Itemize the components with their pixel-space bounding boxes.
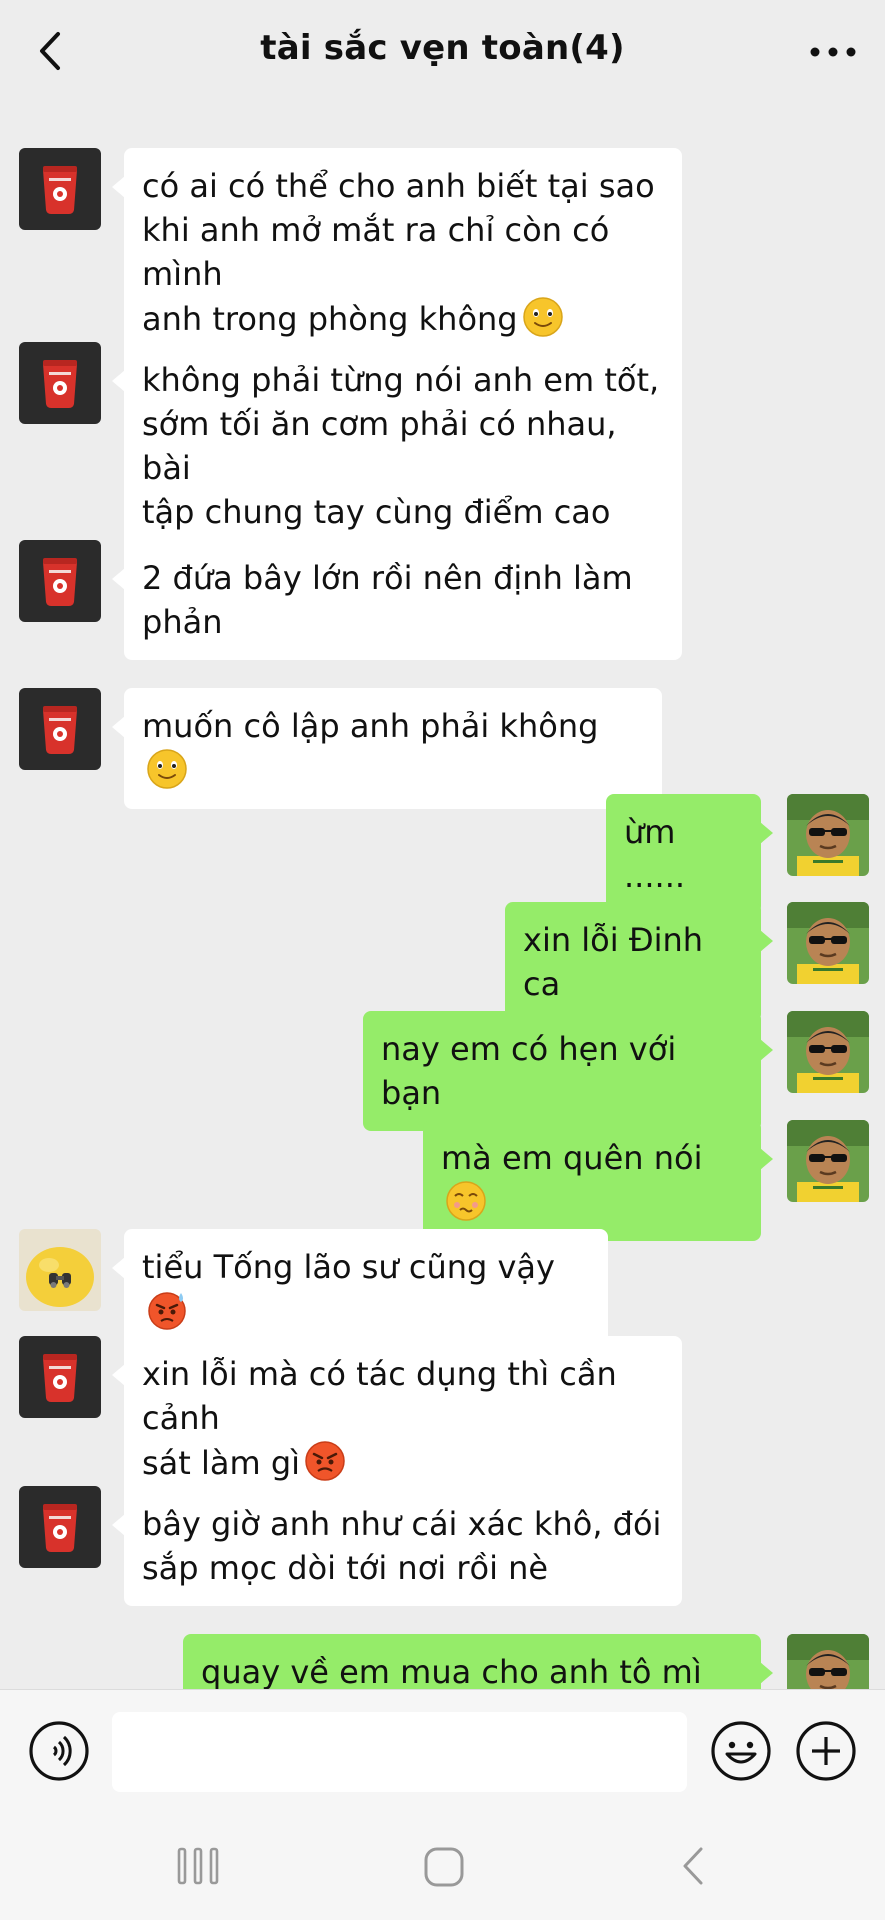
outgoing-message-bubble[interactable]: mà em quên nói bbox=[423, 1120, 773, 1241]
yellow-bird-binoculars-avatar-icon[interactable] bbox=[19, 1229, 101, 1311]
sunglasses-guy-avatar-icon[interactable] bbox=[787, 902, 869, 984]
red-cup-avatar-icon[interactable] bbox=[19, 688, 101, 770]
smile-emoji-icon bbox=[147, 749, 187, 789]
message-text: 2 đứa bây lớn rồi nên định làm phản bbox=[142, 559, 633, 641]
sunglasses-guy-avatar-icon[interactable] bbox=[787, 794, 869, 876]
incoming-message-bubble[interactable]: 2 đứa bây lớn rồi nên định làm phản bbox=[112, 540, 682, 660]
angry-emoji-icon bbox=[305, 1441, 345, 1481]
message-text: có ai có thể cho anh biết tại sao khi an… bbox=[142, 167, 655, 338]
home-icon[interactable] bbox=[420, 1843, 468, 1891]
chat-title: tài sắc vẹn toàn(4) bbox=[260, 28, 625, 68]
recent-apps-icon[interactable] bbox=[175, 1843, 221, 1889]
message-text: muốn cô lập anh phải không bbox=[142, 707, 599, 745]
message-text: xin lỗi mà có tác dụng thì cần cảnh sát … bbox=[142, 1355, 617, 1482]
voice-icon[interactable] bbox=[28, 1720, 90, 1782]
angry-sweat-emoji-icon bbox=[148, 1292, 186, 1330]
smile-emoji-icon bbox=[522, 297, 563, 337]
red-cup-avatar-icon[interactable] bbox=[19, 540, 101, 622]
incoming-message-bubble[interactable]: muốn cô lập anh phải không bbox=[112, 688, 662, 809]
incoming-message-bubble[interactable]: tiểu Tống lão sư cũng vậy bbox=[112, 1229, 608, 1350]
chat-header: tài sắc vẹn toàn(4) bbox=[0, 0, 885, 104]
message-text: nay em có hẹn với bạn bbox=[381, 1030, 687, 1112]
sunglasses-guy-avatar-icon[interactable] bbox=[787, 1011, 869, 1093]
outgoing-message-bubble[interactable]: ừm ...... bbox=[606, 794, 773, 914]
plus-icon[interactable] bbox=[795, 1720, 857, 1782]
red-cup-avatar-icon[interactable] bbox=[19, 1336, 101, 1418]
more-dots-icon[interactable] bbox=[807, 34, 859, 70]
red-cup-avatar-icon[interactable] bbox=[19, 148, 101, 230]
incoming-message-bubble[interactable]: có ai có thể cho anh biết tại sao khi an… bbox=[112, 148, 682, 357]
message-text: tiểu Tống lão sư cũng vậy bbox=[142, 1248, 555, 1286]
red-cup-avatar-icon[interactable] bbox=[19, 342, 101, 424]
outgoing-message-bubble[interactable]: nay em có hẹn với bạn bbox=[363, 1011, 773, 1131]
input-bar bbox=[0, 1689, 885, 1813]
sunglasses-guy-avatar-icon[interactable] bbox=[787, 1634, 869, 1689]
sunglasses-guy-avatar-icon[interactable] bbox=[787, 1120, 869, 1202]
outgoing-message-bubble[interactable]: quay về em mua cho anh tô mì bbox=[183, 1634, 773, 1689]
incoming-message-bubble[interactable]: bây giờ anh như cái xác khô, đói sắp mọc… bbox=[112, 1486, 682, 1606]
woozy-emoji-icon bbox=[446, 1181, 486, 1221]
message-text: ừm ...... bbox=[624, 813, 686, 895]
message-text: xin lỗi Đinh ca bbox=[523, 921, 714, 1003]
message-text: bây giờ anh như cái xác khô, đói sắp mọc… bbox=[142, 1505, 662, 1587]
outgoing-message-bubble[interactable]: xin lỗi Đinh ca bbox=[505, 902, 773, 1022]
incoming-message-bubble[interactable]: xin lỗi mà có tác dụng thì cần cảnh sát … bbox=[112, 1336, 682, 1501]
emoji-button-icon[interactable] bbox=[710, 1720, 772, 1782]
message-text: quay về em mua cho anh tô mì bbox=[201, 1653, 702, 1689]
message-list[interactable]: có ai có thể cho anh biết tại sao khi an… bbox=[0, 104, 885, 1689]
red-cup-avatar-icon[interactable] bbox=[19, 1486, 101, 1568]
nav-back-icon[interactable] bbox=[675, 1843, 711, 1889]
message-input[interactable] bbox=[112, 1712, 687, 1792]
chevron-left-icon[interactable] bbox=[30, 26, 70, 76]
message-text: mà em quên nói bbox=[441, 1139, 703, 1177]
system-nav-bar bbox=[0, 1813, 885, 1920]
